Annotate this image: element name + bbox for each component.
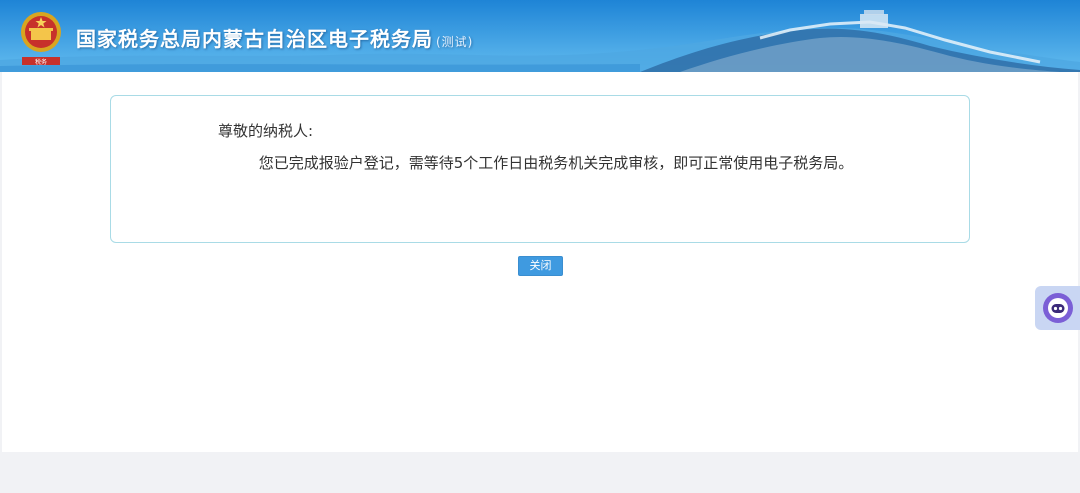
customer-service-widget[interactable] [1035,286,1080,330]
site-title-text: 国家税务总局内蒙古自治区电子税务局 [76,27,433,51]
close-button[interactable]: 关闭 [518,256,563,276]
notice-salutation: 尊敬的纳税人: [218,122,314,140]
customer-service-robot-icon [1042,293,1073,323]
notice-panel: 尊敬的纳税人: 您已完成报验户登记，需等待5个工作日由税务机关完成审核，即可正常… [110,95,970,243]
svg-text:税务: 税务 [35,58,47,66]
site-header: 税务 国家税务总局内蒙古自治区电子税务局 (测试) [0,0,1080,72]
national-emblem-icon: 税务 [18,8,64,68]
notice-message: 您已完成报验户登记，需等待5个工作日由税务机关完成审核，即可正常使用电子税务局。 [258,154,854,172]
trial-badge: (测试) [436,35,474,49]
site-title: 国家税务总局内蒙古自治区电子税务局 (测试) [76,23,473,52]
page-footer [0,452,1080,493]
